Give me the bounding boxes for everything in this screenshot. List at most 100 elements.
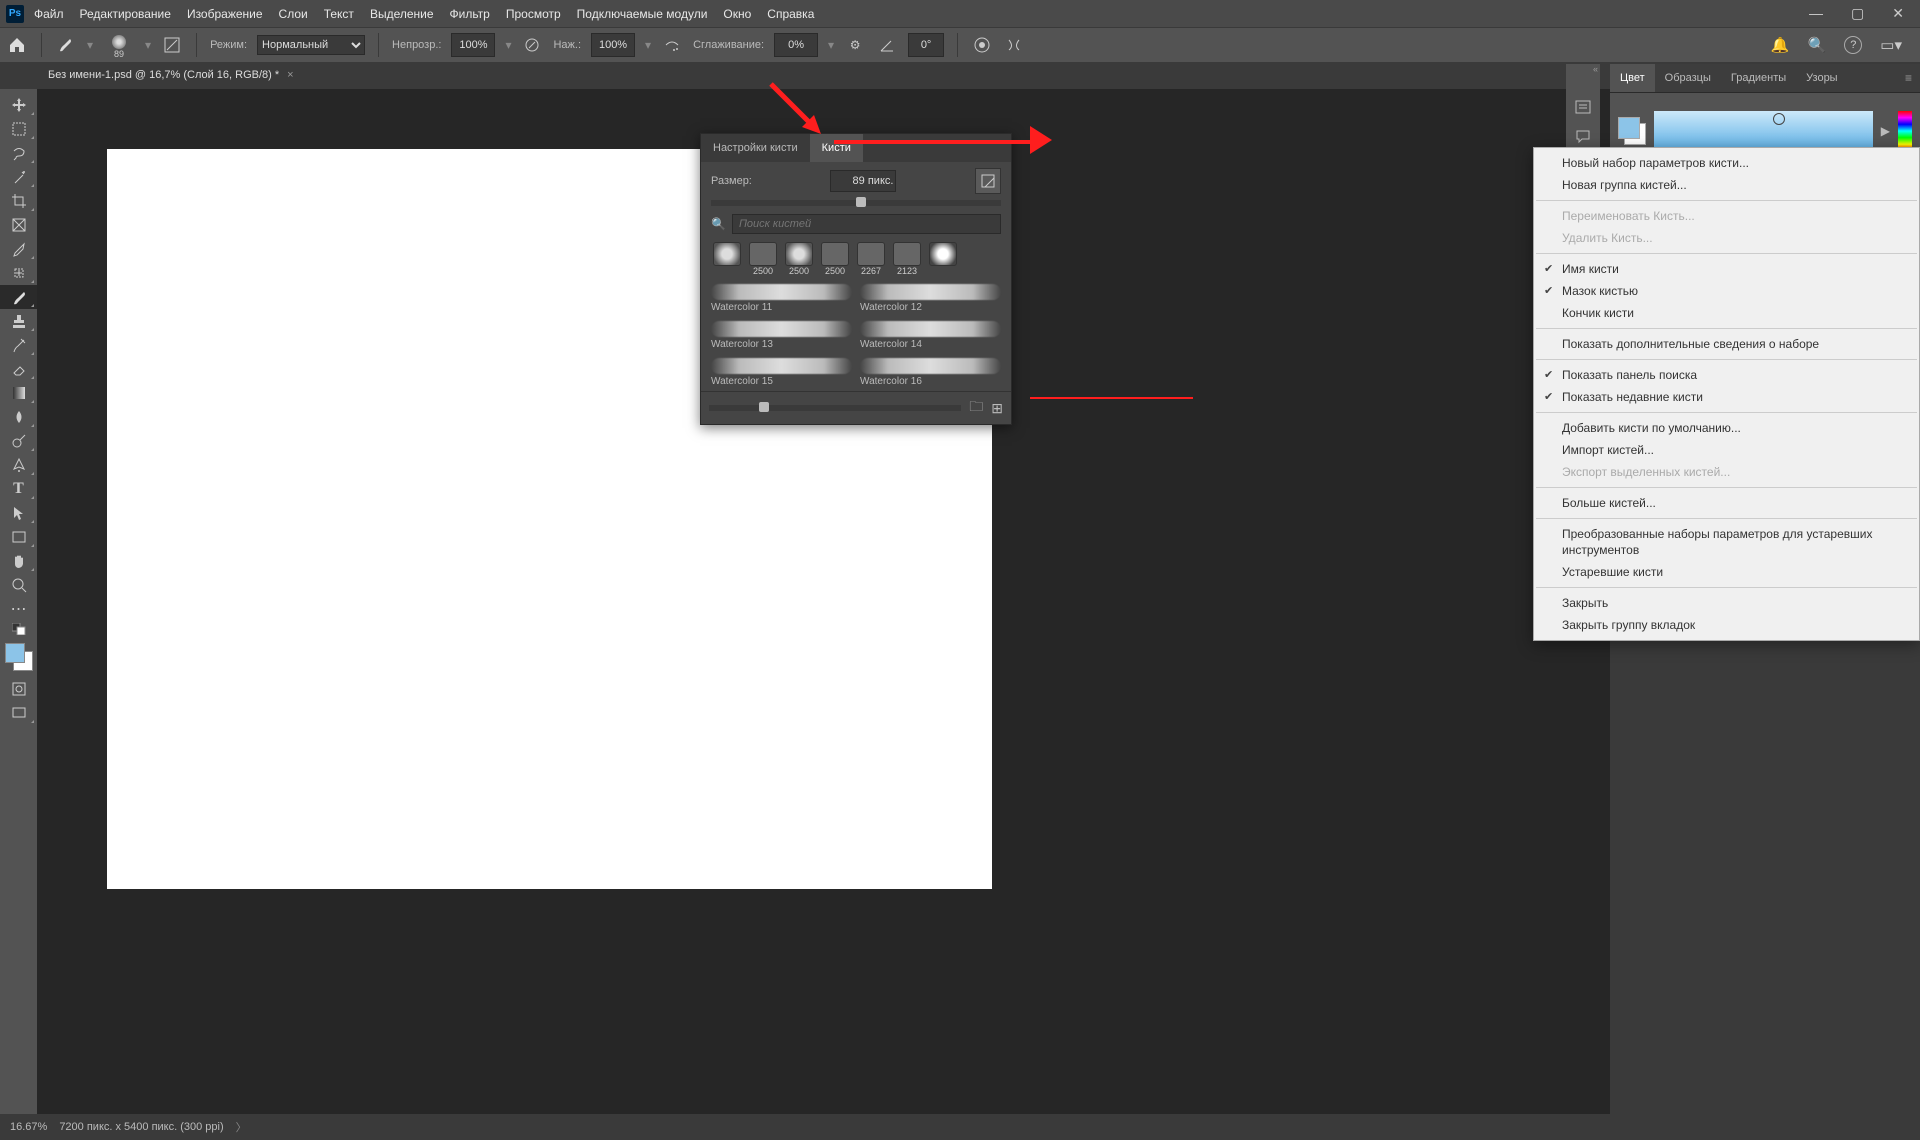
- brush-item[interactable]: Watercolor 15: [711, 358, 852, 387]
- type-tool[interactable]: T: [0, 477, 37, 501]
- ctx-legacy-brushes[interactable]: Устаревшие кисти: [1534, 561, 1919, 583]
- move-tool[interactable]: [0, 93, 37, 117]
- crop-tool[interactable]: [0, 189, 37, 213]
- menu-image[interactable]: Изображение: [187, 7, 263, 21]
- ctx-more-brushes[interactable]: Больше кистей...: [1534, 492, 1919, 514]
- dodge-tool[interactable]: [0, 429, 37, 453]
- recent-brush[interactable]: 2123: [891, 242, 923, 276]
- help-icon[interactable]: ?: [1844, 36, 1862, 54]
- menu-edit[interactable]: Редактирование: [80, 7, 171, 21]
- marquee-tool[interactable]: [0, 117, 37, 141]
- tab-patterns[interactable]: Узоры: [1796, 64, 1847, 92]
- path-select-tool[interactable]: [0, 501, 37, 525]
- brush-thumbnail-size-slider[interactable]: [709, 405, 961, 411]
- menu-file[interactable]: Файл: [34, 7, 64, 21]
- color-swatches[interactable]: [5, 643, 33, 671]
- color-swatch-pair[interactable]: [1618, 117, 1646, 145]
- eraser-tool[interactable]: [0, 357, 37, 381]
- menu-window[interactable]: Окно: [723, 7, 751, 21]
- hue-slider[interactable]: [1898, 111, 1912, 151]
- tab-brush-settings[interactable]: Настройки кисти: [701, 134, 810, 162]
- notifications-icon[interactable]: 🔔: [1771, 36, 1790, 54]
- wand-tool[interactable]: [0, 165, 37, 189]
- search-icon[interactable]: 🔍: [1808, 36, 1827, 54]
- tab-brushes[interactable]: Кисти: [810, 134, 863, 162]
- brush-search-input[interactable]: [732, 214, 1001, 234]
- panel-menu-icon[interactable]: ≡: [1897, 71, 1920, 85]
- blend-mode-select[interactable]: Нормальный: [257, 35, 365, 55]
- pen-tool[interactable]: [0, 453, 37, 477]
- zoom-tool[interactable]: [0, 573, 37, 597]
- hand-tool[interactable]: [0, 549, 37, 573]
- status-zoom[interactable]: 16.67%: [10, 1121, 47, 1133]
- screenmode-tool-icon[interactable]: [0, 701, 37, 725]
- recent-brush[interactable]: [927, 242, 959, 276]
- window-minimize-icon[interactable]: —: [1809, 5, 1823, 22]
- brush-tool[interactable]: [0, 285, 37, 309]
- brush-new-preset-icon[interactable]: ⊞: [991, 400, 1003, 417]
- ctx-import-brushes[interactable]: Импорт кистей...: [1534, 439, 1919, 461]
- window-close-icon[interactable]: ✕: [1892, 5, 1904, 22]
- ctx-brush-name[interactable]: ✔Имя кисти: [1534, 258, 1919, 280]
- brush-size-input[interactable]: [830, 170, 896, 192]
- ctx-show-search[interactable]: ✔Показать панель поиска: [1534, 364, 1919, 386]
- angle-input[interactable]: [908, 33, 944, 57]
- brush-item[interactable]: Watercolor 12: [860, 284, 1001, 313]
- shape-tool[interactable]: [0, 525, 37, 549]
- symmetry-icon[interactable]: [1003, 34, 1025, 56]
- brush-item[interactable]: Watercolor 13: [711, 321, 852, 350]
- menu-plugins[interactable]: Подключаемые модули: [577, 7, 708, 21]
- brush-item[interactable]: Watercolor 11: [711, 284, 852, 313]
- edit-toolbar-icon[interactable]: ⋯: [0, 597, 37, 621]
- tab-gradients[interactable]: Градиенты: [1721, 64, 1796, 92]
- recent-brush[interactable]: 2500: [783, 242, 815, 276]
- eyedropper-tool[interactable]: [0, 237, 37, 261]
- menu-select[interactable]: Выделение: [370, 7, 434, 21]
- flow-input[interactable]: [591, 33, 635, 57]
- ctx-brush-tip[interactable]: Кончик кисти: [1534, 302, 1919, 324]
- brush-tool-icon[interactable]: [55, 34, 77, 56]
- stamp-tool[interactable]: [0, 309, 37, 333]
- ctx-new-group[interactable]: Новая группа кистей...: [1534, 174, 1919, 196]
- healing-tool[interactable]: [0, 261, 37, 285]
- recent-brush[interactable]: 2500: [747, 242, 779, 276]
- default-colors-icon[interactable]: [0, 621, 37, 637]
- history-panel-icon[interactable]: [1566, 92, 1600, 122]
- gradient-tool[interactable]: [0, 381, 37, 405]
- ctx-close-tab-group[interactable]: Закрыть группу вкладок: [1534, 614, 1919, 636]
- ctx-more-info[interactable]: Показать дополнительные сведения о набор…: [1534, 333, 1919, 355]
- smoothing-settings-icon[interactable]: ⚙: [844, 34, 866, 56]
- recent-brush[interactable]: 2500: [819, 242, 851, 276]
- ctx-brush-stroke[interactable]: ✔Мазок кистью: [1534, 280, 1919, 302]
- brush-panel-toggle-icon[interactable]: [161, 34, 183, 56]
- brush-preset-preview[interactable]: 89: [103, 31, 135, 59]
- opacity-input[interactable]: [451, 33, 495, 57]
- menu-layers[interactable]: Слои: [279, 7, 308, 21]
- status-chevron-icon[interactable]: 〉: [236, 1119, 247, 1135]
- ctx-add-default[interactable]: Добавить кисти по умолчанию...: [1534, 417, 1919, 439]
- brush-item[interactable]: Watercolor 16: [860, 358, 1001, 387]
- smoothing-input[interactable]: [774, 33, 818, 57]
- menu-text[interactable]: Текст: [324, 7, 354, 21]
- tab-swatches[interactable]: Образцы: [1655, 64, 1721, 92]
- expand-panels-icon[interactable]: «: [1593, 64, 1598, 74]
- history-brush-tool[interactable]: [0, 333, 37, 357]
- window-maximize-icon[interactable]: ▢: [1851, 5, 1864, 22]
- lasso-tool[interactable]: [0, 141, 37, 165]
- home-icon[interactable]: [6, 34, 28, 56]
- brush-item[interactable]: Watercolor 14: [860, 321, 1001, 350]
- frame-tool[interactable]: [0, 213, 37, 237]
- ctx-converted-sets[interactable]: Преобразованные наборы параметров для ус…: [1534, 523, 1919, 561]
- pressure-size-icon[interactable]: [971, 34, 993, 56]
- new-brush-icon[interactable]: [975, 168, 1001, 194]
- screen-mode-icon[interactable]: ▭▾: [1880, 36, 1902, 54]
- menu-view[interactable]: Просмотр: [506, 7, 561, 21]
- airbrush-icon[interactable]: [661, 34, 683, 56]
- quickmask-icon[interactable]: [0, 677, 37, 701]
- blur-tool[interactable]: [0, 405, 37, 429]
- document-tab[interactable]: Без имени-1.psd @ 16,7% (Слой 16, RGB/8)…: [38, 62, 304, 88]
- color-field[interactable]: [1654, 111, 1873, 151]
- opacity-pressure-icon[interactable]: [521, 34, 543, 56]
- close-tab-icon[interactable]: ×: [287, 69, 293, 81]
- recent-brush[interactable]: [711, 242, 743, 276]
